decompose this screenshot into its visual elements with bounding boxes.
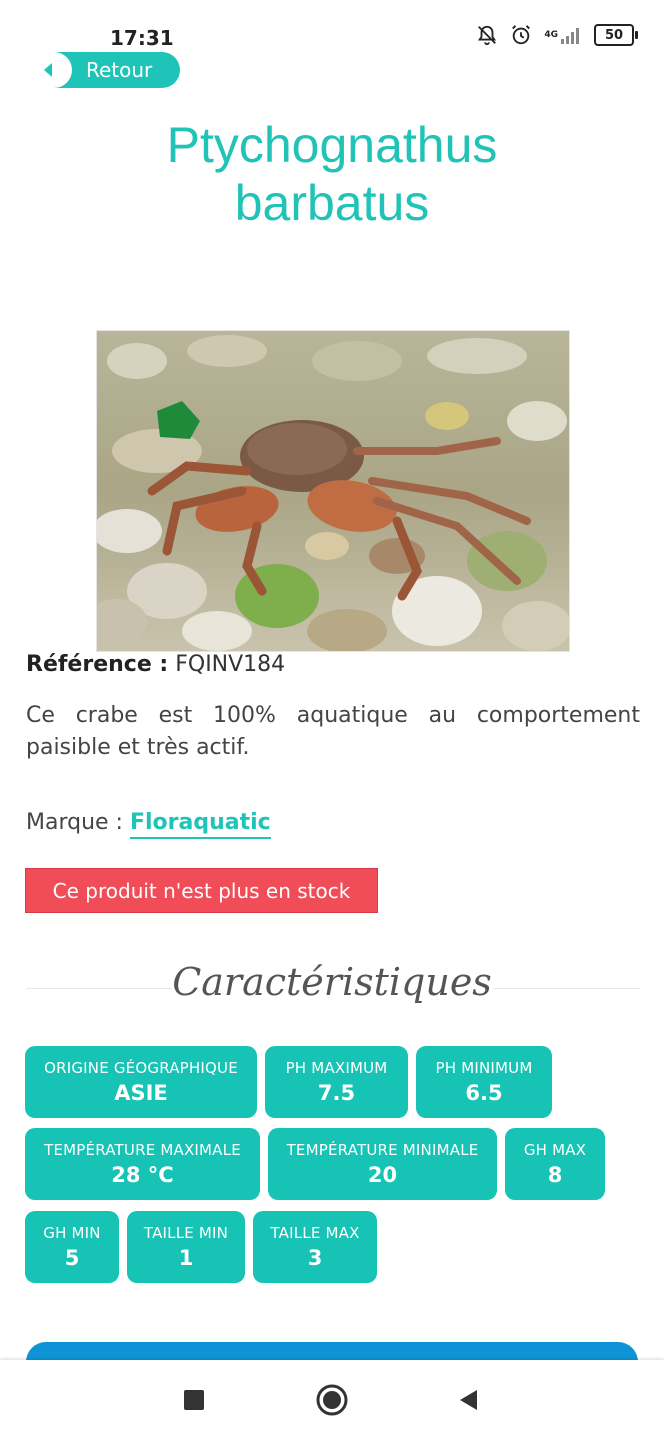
brand-link[interactable]: Floraquatic	[129, 810, 271, 839]
chip-value: 28 °C	[111, 1163, 174, 1187]
chip-value: ASIE	[114, 1081, 168, 1105]
chip-key: ORIGINE GÉOGRAPHIQUE	[44, 1059, 238, 1077]
network-type: 4G	[544, 30, 558, 40]
chip-key: TAILLE MIN	[143, 1224, 229, 1242]
mute-icon	[476, 24, 498, 46]
chip-value: 5	[64, 1246, 80, 1270]
section-title: Caractéristiques	[172, 960, 492, 1004]
product-description: Ce crabe est 100% aquatique au comportem…	[26, 703, 640, 760]
chip-value: 6.5	[465, 1081, 503, 1105]
chip-key: TEMPÉRATURE MINIMALE	[286, 1141, 479, 1159]
characteristic-chip: GH MIN 5	[25, 1211, 119, 1283]
characteristic-chip: TEMPÉRATURE MINIMALE 20	[268, 1128, 497, 1200]
battery-icon: 50	[594, 24, 638, 46]
out-of-stock-badge: Ce produit n'est plus en stock	[25, 868, 378, 913]
alarm-icon	[510, 24, 532, 46]
title-line-2: barbatus	[234, 175, 430, 231]
characteristic-chip: PH MAXIMUM 7.5	[265, 1046, 408, 1118]
reference-value: FQINV184	[175, 652, 286, 677]
brand: Marque : Floraquatic	[26, 810, 271, 839]
chip-value: 3	[307, 1246, 323, 1270]
product-image	[96, 330, 570, 652]
chip-value: 7.5	[317, 1081, 356, 1105]
chip-key: PH MAXIMUM	[285, 1059, 388, 1077]
reference: Référence : FQINV184	[26, 652, 285, 677]
characteristic-chip: PH MINIMUM 6.5	[416, 1046, 552, 1118]
title-line-1: Ptychognathus	[166, 117, 498, 173]
back-label: Retour	[86, 58, 153, 82]
chip-value: 20	[367, 1163, 398, 1187]
characteristic-chip: TAILLE MAX 3	[253, 1211, 377, 1283]
characteristic-chip: TAILLE MIN 1	[127, 1211, 245, 1283]
nav-home-icon[interactable]	[312, 1380, 352, 1420]
chip-key: GH MIN	[43, 1224, 101, 1242]
status-time: 17:31	[110, 26, 174, 50]
chip-value: 8	[547, 1163, 563, 1187]
status-icons: 4G 50	[476, 24, 638, 46]
chip-key: TAILLE MAX	[270, 1224, 360, 1242]
chip-key: PH MINIMUM	[435, 1059, 533, 1077]
characteristic-chip: ORIGINE GÉOGRAPHIQUE ASIE	[25, 1046, 257, 1118]
chip-key: TEMPÉRATURE MAXIMALE	[44, 1141, 241, 1159]
chevron-left-icon	[24, 52, 72, 88]
characteristic-chip: GH MAX 8	[505, 1128, 605, 1200]
back-button[interactable]: Retour	[24, 52, 180, 88]
chip-value: 1	[178, 1246, 194, 1270]
nav-back-icon[interactable]	[448, 1380, 488, 1420]
characteristic-chip: TEMPÉRATURE MAXIMALE 28 °C	[25, 1128, 260, 1200]
signal-icon: 4G	[544, 26, 582, 44]
system-nav-bar	[0, 1360, 664, 1439]
page-title: Ptychognathus barbatus	[0, 116, 664, 232]
brand-label: Marque :	[26, 810, 123, 835]
reference-label: Référence :	[26, 652, 169, 677]
chip-key: GH MAX	[523, 1141, 587, 1159]
nav-recents-icon[interactable]	[174, 1380, 214, 1420]
